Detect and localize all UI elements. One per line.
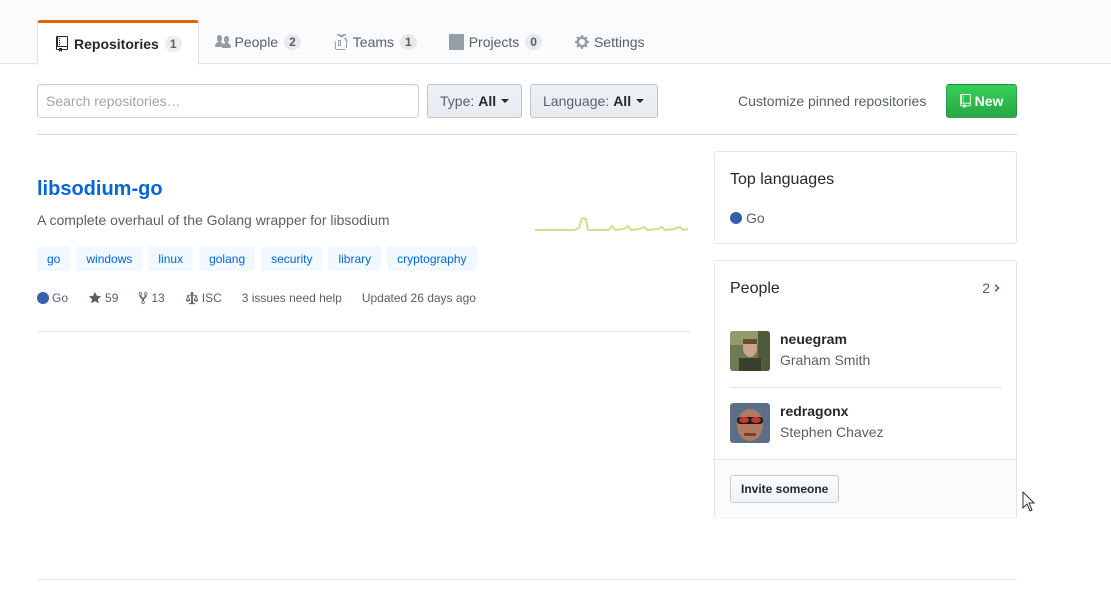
type-filter-value: All bbox=[478, 93, 497, 109]
repo-icon bbox=[54, 36, 70, 52]
people-box-footer: Invite someone bbox=[715, 459, 1016, 519]
search-input[interactable] bbox=[37, 84, 419, 118]
stars-count: 59 bbox=[105, 291, 119, 305]
help-wanted-issues-link[interactable]: 3 issues need help bbox=[242, 291, 342, 305]
tab-teams[interactable]: Teams 1 bbox=[317, 20, 433, 64]
people-icon bbox=[214, 34, 231, 50]
people-count: 2 bbox=[982, 280, 990, 296]
language-item[interactable]: Go bbox=[730, 210, 765, 226]
stars-link[interactable]: 59 bbox=[88, 291, 118, 305]
license-label: ISC bbox=[201, 291, 222, 305]
topic-tag[interactable]: go bbox=[37, 246, 71, 271]
tab-counter: 1 bbox=[400, 34, 417, 50]
member-name: Stephen Chavez bbox=[780, 424, 884, 440]
language-color-dot bbox=[730, 212, 742, 224]
tab-counter: 0 bbox=[525, 34, 542, 50]
caret-down-icon bbox=[636, 99, 645, 103]
law-icon bbox=[185, 291, 198, 305]
tab-label: Projects bbox=[468, 34, 520, 50]
member-login: redragonx bbox=[780, 403, 849, 419]
type-filter-button[interactable]: Type: All bbox=[427, 84, 522, 118]
chevron-right-icon bbox=[994, 284, 1000, 292]
tab-people[interactable]: People 2 bbox=[199, 20, 317, 64]
topic-tag[interactable]: windows bbox=[76, 246, 143, 271]
language-color-dot bbox=[37, 292, 49, 304]
org-tabs: Repositories 1 People 2 Teams 1 Projects… bbox=[37, 20, 661, 65]
language-filter-button[interactable]: Language: All bbox=[530, 84, 658, 118]
tab-counter: 1 bbox=[164, 36, 182, 52]
project-icon bbox=[449, 34, 465, 50]
forks-link[interactable]: 13 bbox=[138, 291, 165, 305]
type-filter-label: Type: bbox=[440, 93, 475, 109]
jersey-icon bbox=[333, 34, 349, 50]
avatar bbox=[730, 403, 770, 443]
topic-list: go windows linux golang security library… bbox=[37, 246, 477, 271]
tab-settings[interactable]: Settings bbox=[558, 20, 661, 64]
divider bbox=[37, 579, 1017, 580]
topic-tag[interactable]: linux bbox=[148, 246, 194, 271]
tab-repositories[interactable]: Repositories 1 bbox=[37, 20, 199, 65]
member-login: neuegram bbox=[780, 331, 847, 347]
divider bbox=[730, 387, 1002, 388]
member-row[interactable]: redragonx Stephen Chavez bbox=[730, 403, 1002, 443]
language-filter-label: Language: bbox=[543, 93, 610, 109]
divider bbox=[37, 331, 691, 332]
avatar bbox=[730, 331, 770, 371]
activity-sparkline bbox=[535, 217, 689, 231]
topic-tag[interactable]: library bbox=[328, 246, 382, 271]
repo-icon bbox=[959, 94, 971, 108]
repo-license: ISC bbox=[185, 291, 222, 305]
top-languages-box: Top languages Go bbox=[714, 151, 1017, 244]
repo-language: Go bbox=[37, 291, 68, 305]
invite-someone-button[interactable]: Invite someone bbox=[730, 475, 840, 503]
topic-tag[interactable]: cryptography bbox=[387, 246, 477, 271]
gear-icon bbox=[574, 34, 590, 50]
repo-language-label: Go bbox=[52, 291, 69, 305]
tab-counter: 2 bbox=[284, 34, 301, 50]
language-filter-value: All bbox=[613, 93, 632, 109]
divider bbox=[37, 134, 1017, 135]
tab-label: Repositories bbox=[74, 36, 159, 52]
customize-pinned-link[interactable]: Customize pinned repositories bbox=[738, 93, 926, 109]
tab-label: Settings bbox=[593, 34, 645, 50]
topic-tag[interactable]: security bbox=[261, 246, 323, 271]
new-button-label: New bbox=[974, 93, 1004, 109]
member-name: Graham Smith bbox=[780, 352, 871, 368]
repo-description: A complete overhaul of the Golang wrappe… bbox=[37, 212, 390, 228]
language-name: Go bbox=[746, 210, 765, 226]
tab-label: Teams bbox=[352, 34, 395, 50]
caret-down-icon bbox=[501, 99, 510, 103]
people-count-link[interactable]: 2 bbox=[982, 280, 1001, 296]
tab-label: People bbox=[234, 34, 279, 50]
people-title: People bbox=[730, 280, 780, 297]
fork-icon bbox=[139, 291, 148, 305]
repo-name-link[interactable]: libsodium-go bbox=[37, 178, 163, 201]
topic-tag[interactable]: golang bbox=[199, 246, 256, 271]
member-row[interactable]: neuegram Graham Smith bbox=[730, 331, 1002, 371]
tab-projects[interactable]: Projects 0 bbox=[433, 20, 558, 64]
new-repo-button[interactable]: New bbox=[946, 84, 1017, 118]
star-icon bbox=[88, 291, 102, 304]
updated-timestamp: Updated 26 days ago bbox=[361, 291, 476, 305]
org-nav: Repositories 1 People 2 Teams 1 Projects… bbox=[0, 0, 1111, 65]
repo-meta: Go 59 13 ISC 3 issues need help Updated … bbox=[37, 291, 496, 305]
mouse-cursor-icon bbox=[1022, 491, 1036, 512]
people-box: People 2 neuegram Graham Smith redragonx… bbox=[714, 260, 1017, 519]
top-languages-title: Top languages bbox=[730, 171, 835, 188]
forks-count: 13 bbox=[151, 291, 165, 305]
